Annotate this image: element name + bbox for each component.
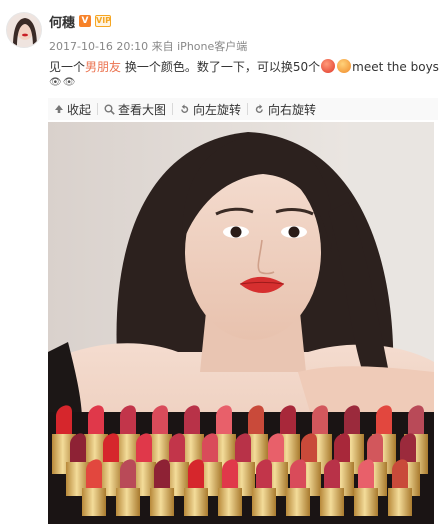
rotate-left-label: 向左旋转 — [193, 102, 242, 117]
magnifier-icon — [104, 104, 115, 115]
rotate-left-icon — [179, 103, 190, 115]
source-prefix: 来自 — [151, 40, 174, 53]
emoji-icon — [337, 59, 352, 73]
avatar[interactable] — [6, 12, 42, 48]
post-text-before: 见一个 — [49, 60, 86, 74]
collapse-button[interactable]: 收起 — [48, 101, 97, 118]
rotate-left-button[interactable]: 向左旋转 — [173, 101, 247, 118]
weibo-post: 何穗 V VIP 2017-10-16 20:10 来自 iPhone客户端 见… — [0, 0, 447, 524]
post-text-line2: 👁👁 — [49, 77, 77, 88]
post-timestamp[interactable]: 2017-10-16 20:10 — [49, 40, 148, 53]
author-name[interactable]: 何穗 — [49, 12, 75, 31]
author-row: 何穗 V VIP — [49, 12, 112, 31]
post-source[interactable]: iPhone客户端 — [177, 40, 247, 53]
image-toolbar: 收起 查看大图 向左旋转 向右旋转 — [48, 98, 438, 120]
view-large-button[interactable]: 查看大图 — [98, 101, 172, 118]
collapse-label: 收起 — [67, 102, 92, 117]
arrow-up-icon — [54, 104, 64, 114]
post-text-tail: meet the boys — [352, 60, 439, 74]
verified-icon: V — [79, 15, 92, 27]
post-photo[interactable] — [48, 122, 434, 524]
post-text: 见一个男朋友 换一个颜色。数了一下，可以换50个 meet the boys — [49, 58, 441, 76]
post-meta: 2017-10-16 20:10 来自 iPhone客户端 — [49, 38, 247, 54]
topic-link[interactable]: 男朋友 — [85, 60, 121, 74]
member-icon: VIP — [95, 15, 112, 27]
post-text-after: 换一个颜色。数了一下，可以换50个 — [121, 60, 321, 74]
rotate-right-button[interactable]: 向右旋转 — [248, 101, 322, 118]
rotate-right-label: 向右旋转 — [268, 102, 317, 117]
rotate-right-icon — [254, 103, 265, 115]
emoji-icon — [321, 59, 336, 73]
view-large-label: 查看大图 — [118, 102, 167, 117]
